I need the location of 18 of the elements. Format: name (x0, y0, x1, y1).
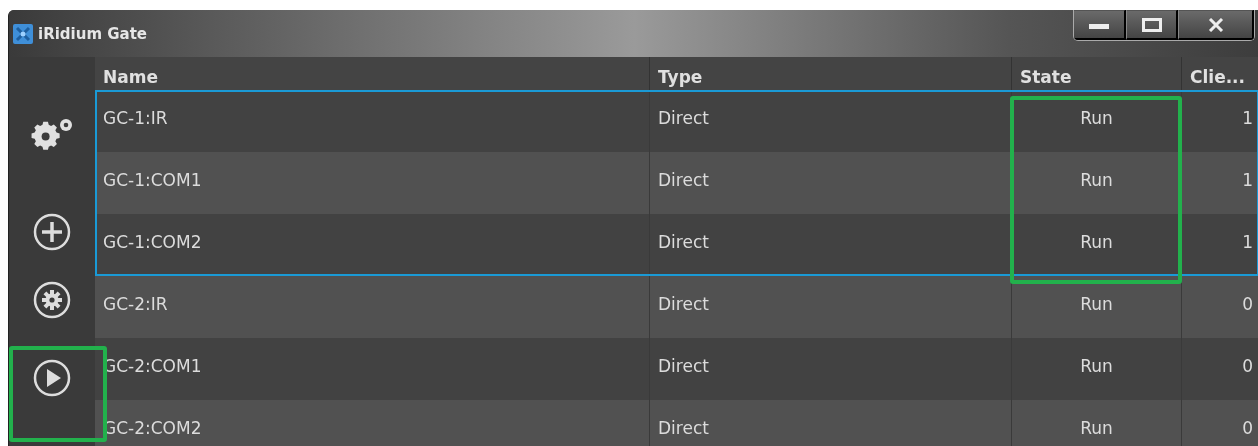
app-icon (13, 23, 33, 44)
settings-icon[interactable] (32, 280, 72, 320)
window-title: iRidium Gate (38, 24, 148, 43)
add-icon[interactable] (32, 212, 72, 252)
minimize-button[interactable] (1074, 10, 1126, 40)
close-icon (1207, 17, 1224, 32)
column-header[interactable]: Name (95, 57, 650, 90)
column-header[interactable]: State (1012, 57, 1182, 90)
column-header[interactable]: Type (650, 57, 1012, 90)
close-button[interactable] (1178, 10, 1254, 40)
gears-icon[interactable] (30, 117, 74, 153)
table-cell: Run (1012, 400, 1182, 446)
column-header[interactable]: Clie... (1182, 57, 1258, 90)
table-cell: Direct (650, 400, 1012, 446)
table-cell: 0 (1182, 400, 1258, 446)
maximize-button[interactable] (1126, 10, 1178, 40)
play-icon[interactable] (32, 358, 72, 398)
maximize-icon (1141, 17, 1162, 32)
